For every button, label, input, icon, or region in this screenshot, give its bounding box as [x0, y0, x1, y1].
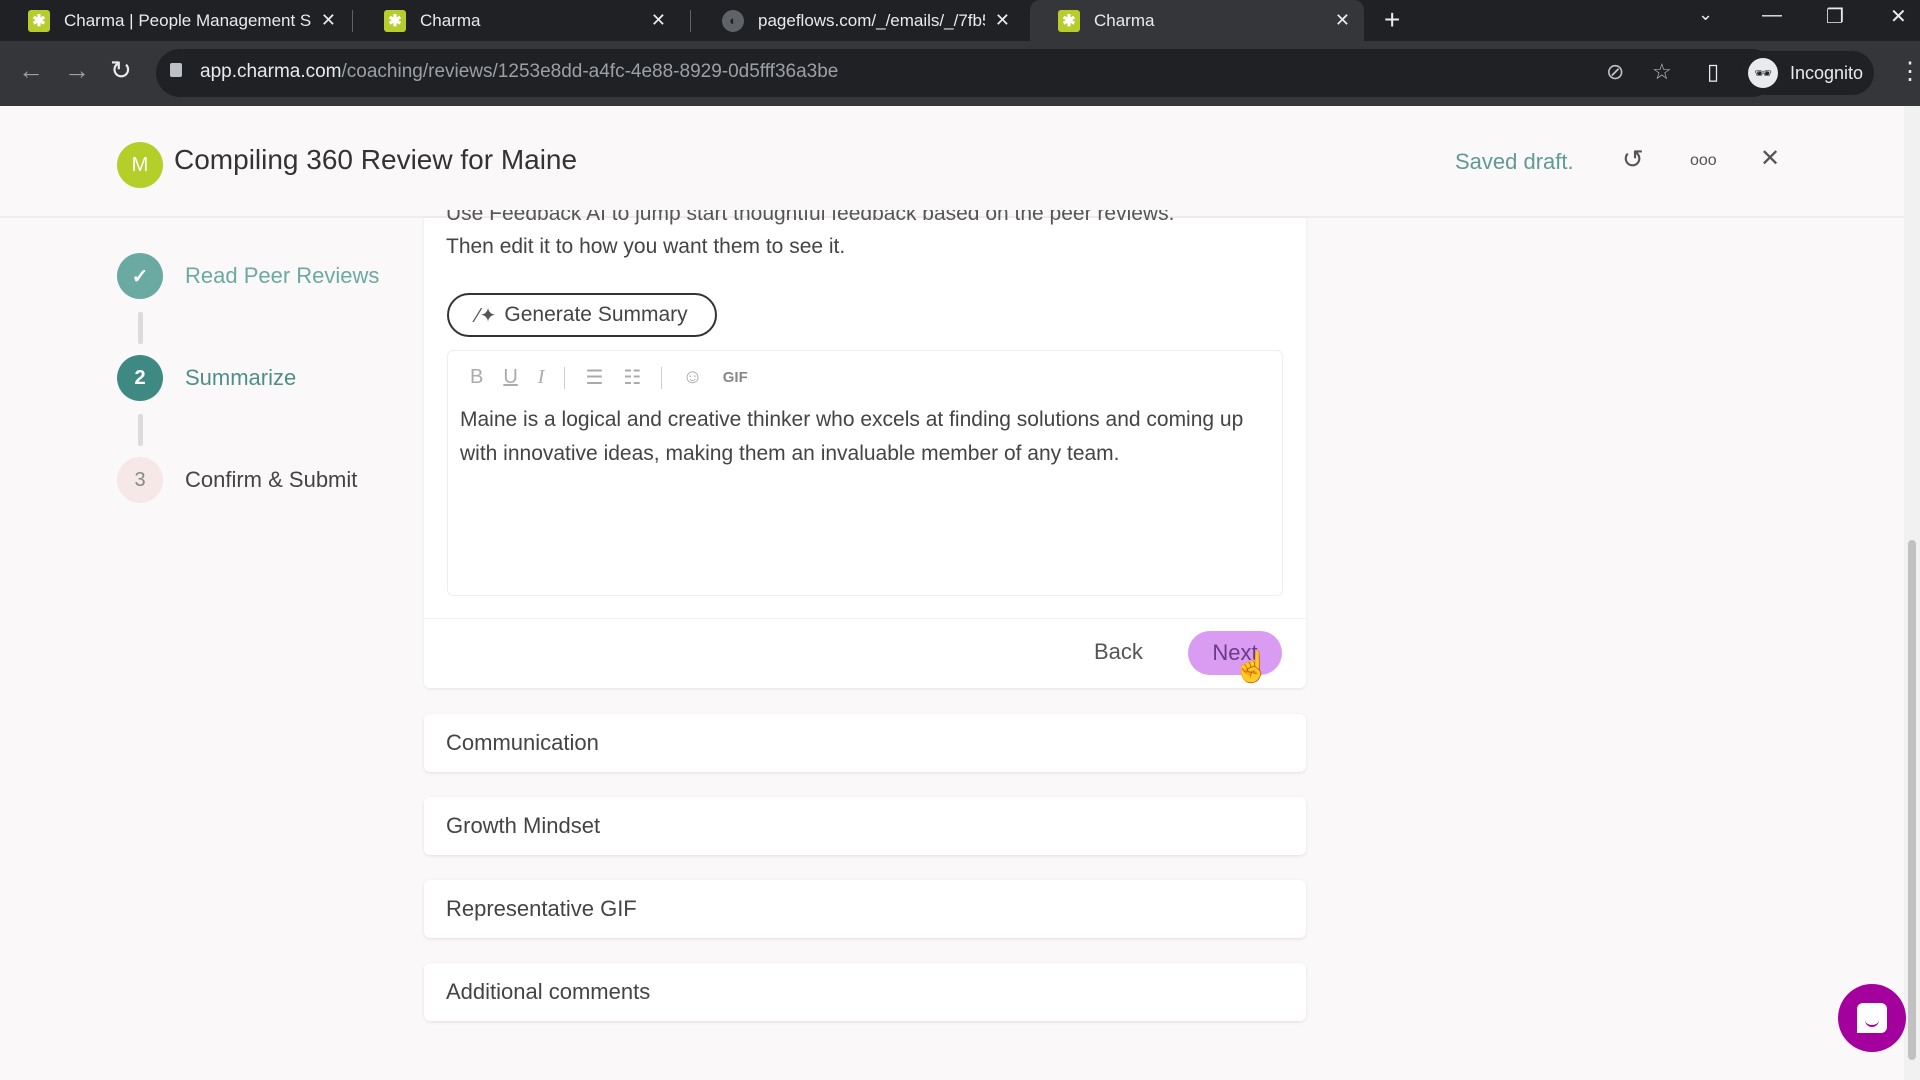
section-additional-comments[interactable]: Additional comments [424, 963, 1306, 1021]
tab-title: pageflows.com/_/emails/_/7fb5c [758, 10, 985, 30]
step-connector [138, 312, 143, 344]
url-host: app.charma.com [200, 61, 342, 82]
generate-summary-label: Generate Summary [504, 303, 688, 326]
underline-icon[interactable]: U [503, 366, 517, 389]
toolbar-divider [661, 366, 663, 389]
emoji-icon[interactable]: ☺ [682, 366, 702, 389]
browser-tab-bar: ✱ Charma | People Management S ✕ ✱ Charm… [0, 0, 1920, 41]
url-path: /coaching/reviews/1253e8dd-a4fc-4e88-892… [341, 61, 839, 82]
browser-toolbar: ← → ↻ app.charma.com/coaching/reviews/12… [0, 41, 1920, 106]
tab-close-icon[interactable]: ✕ [651, 10, 666, 31]
bullet-list-icon[interactable]: ☰ [585, 365, 603, 390]
intro-text-cut: Use Feedback AI to jump start thoughtful… [446, 210, 1175, 225]
chat-icon [1857, 1003, 1887, 1033]
avatar: M [117, 142, 163, 188]
chat-launcher-button[interactable] [1838, 984, 1906, 1052]
generate-summary-button[interactable]: ⁄✦ Generate Summary [447, 293, 717, 337]
back-arrow-icon[interactable]: ← [18, 55, 44, 86]
check-icon: ✓ [117, 253, 163, 299]
tab-divider [352, 10, 353, 32]
tab-close-icon[interactable]: ✕ [321, 10, 336, 31]
numbered-list-icon[interactable]: ☷ [623, 365, 641, 390]
reload-icon[interactable]: ↻ [110, 55, 132, 86]
tab-title: Charma [1094, 10, 1155, 30]
url-text[interactable]: app.charma.com/coaching/reviews/1253e8dd… [200, 61, 838, 83]
close-review-icon[interactable]: ✕ [1760, 144, 1780, 173]
scrollbar-thumb[interactable] [1908, 540, 1916, 1060]
history-icon[interactable]: ↺ [1622, 144, 1644, 175]
lock-icon[interactable] [170, 63, 182, 77]
browser-tab-active[interactable]: ✱ Charma ✕ [1030, 0, 1364, 41]
tab-close-icon[interactable]: ✕ [995, 10, 1010, 31]
step-number: 2 [117, 355, 163, 401]
incognito-icon: 🕶 [1748, 58, 1778, 88]
intro-text-line: Then edit it to how you want them to see… [446, 235, 846, 258]
eye-off-icon[interactable]: ⊘ [1606, 59, 1624, 85]
side-panel-icon[interactable]: ▯ [1707, 59, 1719, 85]
step-read-peer-reviews[interactable]: ✓ Read Peer Reviews [117, 253, 379, 299]
back-button[interactable]: Back [1094, 639, 1143, 665]
profile-label: Incognito [1790, 62, 1864, 83]
gif-icon[interactable]: GIF [723, 369, 748, 386]
charma-favicon-icon: ✱ [28, 9, 50, 32]
step-connector [138, 414, 143, 446]
page-title: Compiling 360 Review for Maine [174, 144, 578, 175]
summary-text[interactable]: Maine is a logical and creative thinker … [460, 403, 1260, 471]
step-label: Summarize [185, 365, 297, 390]
italic-icon[interactable]: I [538, 366, 545, 389]
summary-editor[interactable]: B U I ☰ ☷ ☺ GIF Maine is a logical and c… [447, 350, 1283, 596]
review-header: M Compiling 360 Review for Maine Saved d… [0, 106, 1904, 218]
step-summarize[interactable]: 2 Summarize [117, 355, 296, 401]
browser-tab[interactable]: ✱ Charma | People Management S ✕ [0, 0, 350, 41]
browser-tab[interactable]: ✱ Charma ✕ [356, 0, 680, 41]
toolbar-divider [564, 366, 566, 389]
step-label: Confirm & Submit [185, 467, 358, 492]
section-communication[interactable]: Communication [424, 714, 1306, 772]
tab-search-icon[interactable]: ⌄ [1698, 4, 1713, 25]
bold-icon[interactable]: B [470, 366, 483, 389]
incognito-profile-button[interactable]: 🕶 Incognito [1740, 51, 1874, 95]
star-icon[interactable]: ☆ [1652, 59, 1672, 85]
globe-icon: ◐ [722, 9, 744, 32]
step-confirm-submit[interactable]: 3 Confirm & Submit [117, 457, 357, 503]
tab-close-icon[interactable]: ✕ [1335, 10, 1350, 31]
charma-favicon-icon: ✱ [384, 9, 406, 32]
new-tab-button[interactable]: + [1384, 4, 1400, 36]
browser-menu-icon[interactable]: ⋮ [1898, 57, 1920, 86]
intro-text: Use Feedback AI to jump start thoughtful… [446, 210, 1286, 264]
step-label: Read Peer Reviews [185, 263, 380, 288]
card-footer: Back Next [424, 618, 1306, 688]
save-status: Saved draft. [1455, 149, 1574, 174]
tab-title: Charma [420, 10, 481, 30]
step-number: 3 [117, 457, 163, 503]
editor-toolbar: B U I ☰ ☷ ☺ GIF [470, 365, 768, 390]
minimize-icon[interactable]: — [1762, 4, 1782, 27]
magic-wand-icon: ⁄✦ [476, 304, 497, 327]
restore-icon[interactable]: ❐ [1826, 4, 1844, 29]
section-growth-mindset[interactable]: Growth Mindset [424, 797, 1306, 855]
hand-pointer-cursor-icon: ☝ [1233, 651, 1271, 684]
summary-card: Use Feedback AI to jump start thoughtful… [424, 210, 1306, 688]
forward-arrow-icon[interactable]: → [64, 55, 90, 86]
tab-divider [690, 10, 691, 32]
more-options-icon[interactable]: ooo [1690, 152, 1717, 170]
charma-favicon-icon: ✱ [1058, 9, 1080, 32]
tab-title: Charma | People Management S [64, 10, 311, 30]
browser-tab[interactable]: ◐ pageflows.com/_/emails/_/7fb5c ✕ [694, 0, 1024, 41]
window-close-icon[interactable]: ✕ [1890, 4, 1907, 29]
section-representative-gif[interactable]: Representative GIF [424, 880, 1306, 938]
